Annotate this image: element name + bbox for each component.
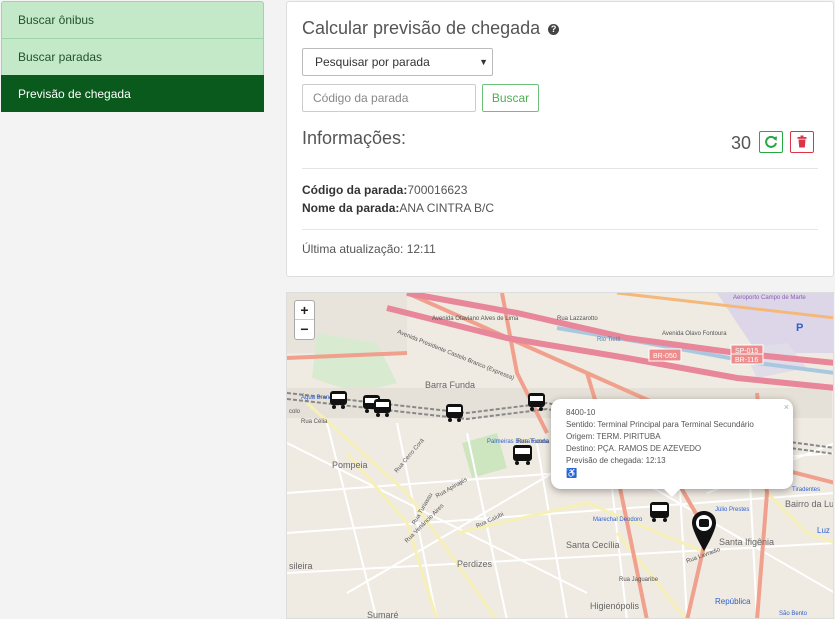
map-label: Aeroporto Campo de Marte <box>733 295 806 301</box>
popup-sentido: Sentido: Terminal Principal para Termina… <box>566 420 754 429</box>
road-shield-label: BR-116 <box>735 357 758 364</box>
search-mode-select[interactable]: Pesquisar por parada ▼ <box>302 48 493 76</box>
map-label: Rua Célia <box>301 419 328 425</box>
map-label: Barra Funda <box>425 380 475 390</box>
sidebar-item-buscar-paradas[interactable]: Buscar paradas <box>1 38 264 75</box>
refresh-button[interactable] <box>759 131 783 153</box>
sidebar-item-buscar-onibus[interactable]: Buscar ônibus <box>1 1 264 38</box>
stop-code-value: 700016623 <box>407 183 468 197</box>
refresh-countdown: 30 <box>731 133 752 153</box>
bus-info-popup: × 8400-10 Sentido: Terminal Principal pa… <box>551 399 793 497</box>
search-mode-value: Pesquisar por parada <box>315 55 430 69</box>
map-label: Rua Jaguaribe <box>619 577 659 583</box>
arrival-forecast-panel: Calcular previsão de chegada? Pesquisar … <box>286 1 834 277</box>
stop-name-label: Nome da parada: <box>302 201 400 215</box>
map-label: Avenida Olavo Fontoura <box>662 331 727 337</box>
divider <box>302 168 818 169</box>
map-label: República <box>715 597 751 606</box>
zoom-in-button[interactable]: + <box>295 301 314 320</box>
panel-title-text: Calcular previsão de chegada <box>302 18 541 38</box>
map-label: Avenida Otaviano Alves de Lima <box>432 316 519 322</box>
map-label: Rua Lazzarotto <box>557 316 598 322</box>
stop-code-row: Código da parada:700016623 <box>302 183 467 197</box>
stop-code-input[interactable]: Código da parada <box>302 84 476 112</box>
stop-code-label: Código da parada: <box>302 183 408 197</box>
popup-destino: Destino: PÇA. RAMOS DE AZEVEDO <box>566 444 702 453</box>
question-circle-icon[interactable]: ? <box>548 24 560 35</box>
map-label: Rua Tucuna <box>517 439 550 445</box>
popup-line: 8400-10 <box>566 408 596 417</box>
popup-origem: Origem: TERM. PIRITUBA <box>566 432 661 441</box>
zoom-out-button[interactable]: − <box>295 320 314 339</box>
zoom-control: + − <box>294 300 315 340</box>
map-label: colo <box>289 409 301 415</box>
map-label: Luz <box>817 526 830 535</box>
map-label: Marechal Deodoro <box>593 517 643 523</box>
last-update-text: Última atualização: 12:11 <box>302 242 436 256</box>
close-icon[interactable]: × <box>784 401 789 413</box>
map-label: Higienópolis <box>590 601 640 611</box>
popup-previsao: Previsão de chegada: 12:13 <box>566 456 666 465</box>
map-label: Sumaré <box>367 610 399 619</box>
sidebar: Buscar ônibus Buscar paradas Previsão de… <box>1 1 264 112</box>
road-shield-label: BR-050 <box>653 353 677 360</box>
refresh-icon <box>765 135 777 148</box>
delete-button[interactable] <box>790 131 814 153</box>
map-label: Perdizes <box>457 559 493 569</box>
divider <box>302 229 818 230</box>
map-label: sileira <box>289 561 313 571</box>
map-label: São Bento <box>779 611 808 617</box>
sidebar-item-previsao-chegada[interactable]: Previsão de chegada <box>1 75 264 112</box>
info-title: Informações: <box>302 128 407 148</box>
wheelchair-icon: ♿ <box>566 468 578 478</box>
map-label: Júlio Prestes <box>715 507 749 513</box>
trash-icon <box>797 135 807 148</box>
map[interactable]: Avenida Otaviano Alves de Lima Avenida P… <box>286 292 834 619</box>
map-label: Pompeia <box>332 460 368 470</box>
stop-name-value: ANA CINTRA B/C <box>399 201 495 215</box>
map-label: Santa Cecília <box>566 540 620 550</box>
caret-down-icon: ▼ <box>479 57 488 67</box>
popup-tip <box>664 489 680 497</box>
panel-title: Calcular previsão de chegada? <box>302 18 560 39</box>
map-label: Bairro da Luz <box>785 499 834 509</box>
search-button[interactable]: Buscar <box>482 84 539 112</box>
stop-name-row: Nome da parada:ANA CINTRA B/C <box>302 201 494 215</box>
map-label: Rio Tietê <box>597 337 621 343</box>
map-label: Santa Ifigênia <box>719 537 774 547</box>
map-label: Tiradentes <box>792 487 820 493</box>
parking-icon: P <box>796 322 803 334</box>
